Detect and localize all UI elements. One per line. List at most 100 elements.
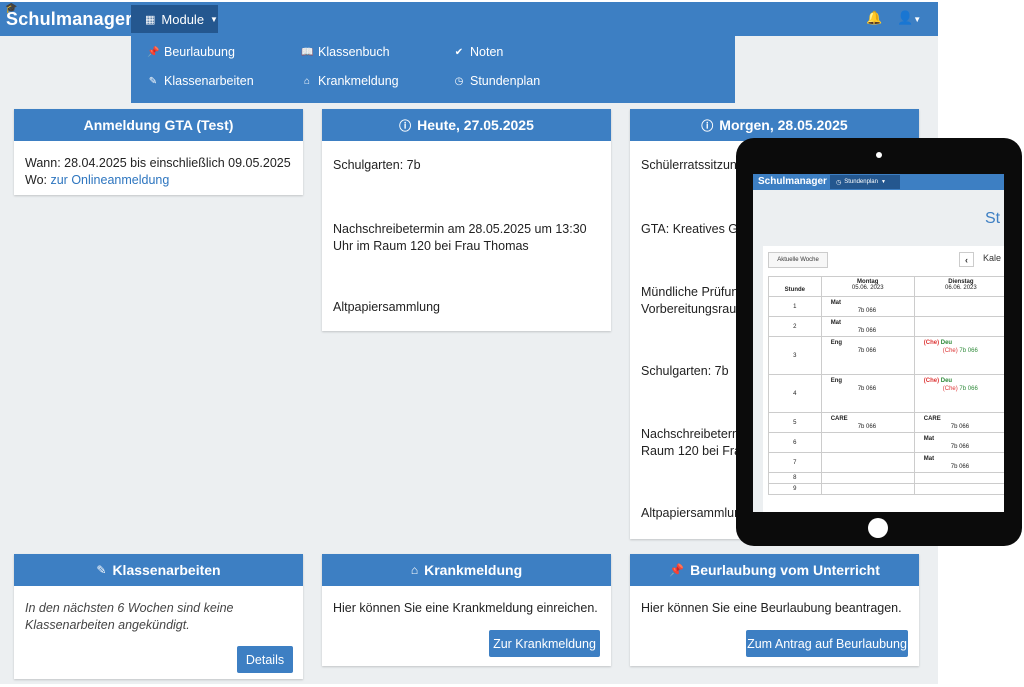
tablet-device: Schulmanager ◷ Stundenplan ▼ St Aktuelle…	[736, 138, 1022, 546]
tablet-brand[interactable]: Schulmanager	[758, 176, 827, 187]
menu-item-krankmeldung[interactable]: ⌂ Krankmeldung	[301, 74, 399, 88]
current-week-button[interactable]: Aktuelle Woche	[768, 252, 828, 268]
details-button[interactable]: Details	[237, 646, 293, 673]
tablet-home-button[interactable]	[868, 518, 888, 538]
event-item: Nachschreibetermin am 28.05.2025 um 13:3…	[333, 222, 587, 253]
menu-item-klassenbuch[interactable]: 📖 Klassenbuch	[301, 45, 390, 59]
card-title: 📌 Beurlaubung vom Unterricht	[630, 554, 919, 586]
timetable-cell	[820, 452, 915, 473]
event-item: Mündliche Prüfung:	[641, 285, 749, 299]
lesson-room: 7b 066	[857, 386, 877, 392]
timetable-cell	[913, 316, 1004, 337]
clock-icon: ◷	[836, 179, 842, 186]
lesson-room: 7b 066	[857, 328, 877, 334]
timetable-row: 7 Mat 7b 066	[768, 452, 1004, 473]
tablet-module-label: Stundenplan	[844, 179, 878, 185]
user-icon: 👤	[897, 10, 914, 25]
event-item: Vorbereitungsraum	[641, 302, 747, 316]
column-header-day: Montag 05.06. 2023	[820, 276, 915, 297]
event-item: Schulgarten: 7b	[641, 364, 729, 378]
lesson-room-text: 7b 066	[957, 386, 978, 392]
lesson-replaced-subject: (Che)	[923, 340, 940, 346]
module-menu-label: Module	[161, 11, 205, 27]
timetable-row: 8	[768, 472, 1004, 484]
timetable-cell[interactable]: Mat 7b 066	[820, 316, 915, 337]
info-circle-icon: ⓘ	[399, 118, 412, 133]
event-item: Schülerratssitzung	[641, 158, 744, 172]
card-title-text: Beurlaubung vom Unterricht	[690, 562, 880, 578]
event-item: Raum 120 bei Frau	[641, 444, 749, 458]
timetable-cell[interactable]: Eng 7b 066	[820, 374, 915, 413]
lesson-subject: Mat	[923, 436, 935, 442]
day-date: 05.06. 2023	[851, 285, 884, 291]
menu-item-beurlaubung[interactable]: 📌 Beurlaubung	[147, 45, 235, 59]
check-circle-icon: ✔	[454, 46, 464, 58]
brand-logo[interactable]: 🎓 Schulmanager	[5, 3, 132, 33]
card-title-text: Heute, 27.05.2025	[417, 117, 534, 133]
card-title: Anmeldung GTA (Test)	[14, 109, 303, 141]
clock-icon: ◷	[454, 75, 464, 87]
tablet-module-button[interactable]: ◷ Stundenplan ▼	[830, 175, 900, 189]
zur-krankmeldung-button[interactable]: Zur Krankmeldung	[489, 630, 600, 657]
card-title: ✎ Klassenarbeiten	[14, 554, 303, 586]
menu-item-noten[interactable]: ✔ Noten	[453, 45, 504, 59]
timetable-cell[interactable]: (Che) Deu (Che) 7b 066	[913, 336, 1004, 375]
period-number: 8	[768, 472, 822, 484]
info-circle-icon: ⓘ	[701, 118, 714, 133]
book-icon: 📖	[301, 46, 314, 58]
timetable-cell[interactable]: CARE 7b 066	[913, 412, 1004, 433]
timetable-cell	[820, 432, 915, 453]
timetable-cell[interactable]: (Che) Deu (Che) 7b 066	[913, 374, 1004, 413]
period-number: 5	[768, 412, 822, 433]
edit-icon: ✎	[96, 563, 107, 577]
card-klassenarbeiten: ✎ Klassenarbeiten In den nächsten 6 Woch…	[14, 554, 303, 679]
antrag-beurlaubung-button[interactable]: Zum Antrag auf Beurlaubung	[746, 630, 908, 657]
klassenarbeiten-text: In den nächsten 6 Wochen sind keine Klas…	[25, 601, 234, 632]
gta-wo-label: Wo:	[25, 172, 51, 187]
card-heute: ⓘ Heute, 27.05.2025 Schulgarten: 7b Nach…	[322, 109, 611, 331]
timetable-row: 6 Mat 7b 066	[768, 432, 1004, 453]
card-title: ⓘ Morgen, 28.05.2025	[630, 109, 919, 141]
graduation-cap-icon: 🎓	[5, 3, 18, 14]
timetable-cell[interactable]: Mat 7b 066	[820, 296, 915, 317]
caret-down-icon: ▼	[913, 15, 922, 24]
menu-item-klassenarbeiten[interactable]: ✎ Klassenarbeiten	[147, 74, 254, 88]
tablet-page-title: St	[985, 210, 1001, 227]
column-header-stunde: Stunde	[768, 276, 822, 297]
pin-icon: 📌	[669, 563, 685, 577]
lesson-subject: Mat	[830, 300, 842, 306]
timetable-cell	[913, 296, 1004, 317]
menu-item-label: Krankmeldung	[318, 74, 399, 88]
timetable-grid: Stunde Montag 05.06. 2023 Dienstag 06.06. …	[768, 276, 1004, 495]
menu-item-label: Beurlaubung	[164, 45, 235, 59]
timetable-cell[interactable]: CARE 7b 066	[820, 412, 915, 433]
card-beurlaubung: 📌 Beurlaubung vom Unterricht Hier können…	[630, 554, 919, 666]
lesson-room: (Che) 7b 066	[943, 348, 978, 354]
card-title: ⌂ Krankmeldung	[322, 554, 611, 586]
gta-wann-text: Wann: 28.04.2025 bis einschließlich 09.0…	[25, 156, 291, 170]
navbar: 🎓 Schulmanager ▦ Module ▼ 🔔 👤▼	[0, 2, 938, 36]
card-title: ⓘ Heute, 27.05.2025	[322, 109, 611, 141]
day-date: 06.06. 2023	[945, 285, 977, 291]
lesson-subject: Mat	[830, 320, 842, 326]
timetable-cell[interactable]: Mat 7b 066	[913, 452, 1004, 473]
menu-item-label: Stundenplan	[470, 74, 541, 88]
timetable-cell[interactable]: Eng 7b 066	[820, 336, 915, 375]
menu-item-stundenplan[interactable]: ◷ Stundenplan	[453, 74, 541, 88]
card-gta-anmeldung: Anmeldung GTA (Test) Wann: 28.04.2025 bi…	[14, 109, 303, 195]
lesson-subject: Eng	[830, 378, 843, 384]
lesson-room: 7b 066	[950, 444, 970, 450]
lesson-subject: Eng	[830, 340, 843, 346]
timetable-cell[interactable]: Mat 7b 066	[913, 432, 1004, 453]
column-header-day: Dienstag 06.06. 2023	[913, 276, 1004, 297]
bell-icon[interactable]: 🔔	[866, 10, 882, 26]
period-number: 9	[768, 483, 822, 495]
previous-week-button[interactable]: ‹	[959, 252, 974, 267]
menu-item-label: Klassenarbeiten	[164, 74, 254, 88]
menu-item-label: Klassenbuch	[318, 45, 390, 59]
card-title-text: Krankmeldung	[424, 562, 523, 578]
lesson-room-text: 7b 066	[957, 348, 978, 354]
module-menu-button[interactable]: ▦ Module ▼	[131, 5, 218, 33]
onlineanmeldung-link[interactable]: zur Onlineanmeldung	[50, 173, 169, 187]
user-menu-button[interactable]: 👤▼	[897, 10, 921, 26]
